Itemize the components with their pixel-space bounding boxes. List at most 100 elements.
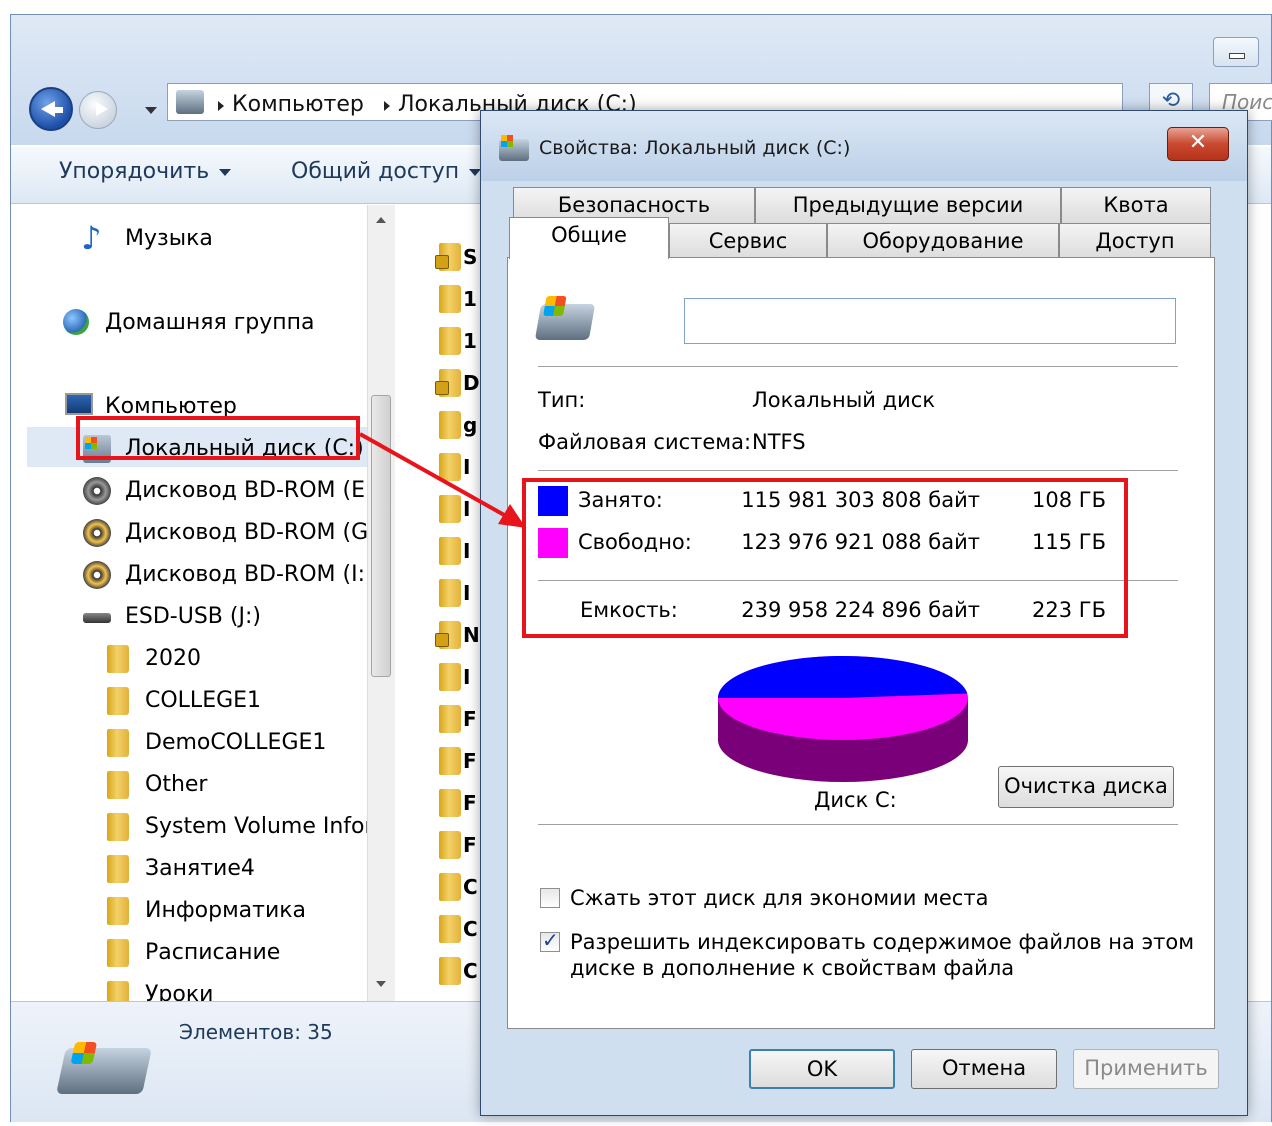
index-checkbox[interactable] [540,928,560,952]
scroll-up-arrow-icon[interactable] [368,211,394,231]
nav-item-esd-usb[interactable]: ESD-USB (J:) [11,597,379,637]
file-name-fragment[interactable]: F [463,749,477,773]
file-name-fragment[interactable]: I [463,665,470,689]
file-name-fragment[interactable]: F [463,791,477,815]
file-name-fragment[interactable]: S [463,245,477,269]
folder-icon[interactable] [435,369,461,397]
nav-item-bd-rom-g[interactable]: Дисковод BD-ROM (G [11,513,379,553]
folder-icon[interactable] [439,285,461,313]
nav-scrollbar[interactable] [367,205,395,1001]
drive-label-input[interactable] [684,298,1176,344]
folder-icon [107,771,129,799]
index-label-line1[interactable]: Разрешить индексировать содержимое файло… [570,930,1194,954]
nav-item-folder[interactable]: Расписание [11,933,379,973]
breadcrumb-separator [218,101,224,111]
breadcrumb-computer[interactable]: Компьютер [232,92,364,117]
nav-item-folder[interactable]: Other [11,765,379,805]
local-disk-icon [499,135,529,161]
file-name-fragment[interactable]: C [463,959,478,983]
nav-item-folder[interactable]: 2020 [11,639,379,679]
folder-icon [107,981,129,1001]
separator [538,824,1178,825]
navigation-pane: Музыка Домашняя группа Компьютер Локальн… [11,205,379,1001]
nav-item-folder[interactable]: Занятие4 [11,849,379,889]
compress-label[interactable]: Сжать этот диск для экономии места [570,886,988,910]
recent-pages-dropdown[interactable] [145,107,157,114]
file-name-fragment[interactable]: I [463,539,470,563]
apply-button[interactable]: Применить [1073,1049,1219,1089]
organize-menu[interactable]: Упорядочить [59,159,232,184]
share-menu[interactable]: Общий доступ [291,159,482,184]
nav-item-music[interactable]: Музыка [11,219,379,259]
file-name-fragment[interactable]: I [463,581,470,605]
scroll-down-arrow-icon[interactable] [368,975,394,995]
folder-icon[interactable] [439,495,461,523]
nav-item-folder[interactable]: Информатика [11,891,379,931]
computer-location-icon [176,90,204,114]
folder-icon[interactable] [439,327,461,355]
nav-item-homegroup[interactable]: Домашняя группа [11,303,379,343]
tab-sharing[interactable]: Доступ [1059,223,1211,259]
file-name-fragment[interactable]: C [463,875,478,899]
file-name-fragment[interactable]: D [463,371,480,395]
nav-item-folder[interactable]: Уроки [11,975,379,1001]
folder-icon[interactable] [439,915,461,943]
nav-item-folder[interactable]: COLLEGE1 [11,681,379,721]
back-button[interactable] [29,87,73,131]
file-name-fragment[interactable]: F [463,707,477,731]
tab-service[interactable]: Сервис [669,223,827,259]
file-name-fragment[interactable]: 1 [463,329,477,353]
folder-icon[interactable] [439,579,461,607]
chevron-down-icon [219,168,232,176]
folder-icon[interactable] [439,789,461,817]
folder-icon[interactable] [439,453,461,481]
folder-icon[interactable] [439,873,461,901]
cancel-button[interactable]: Отмена [911,1049,1057,1089]
folder-icon[interactable] [439,705,461,733]
folder-icon[interactable] [435,621,461,649]
nav-item-folder[interactable]: System Volume Infor [11,807,379,847]
ok-button[interactable]: OK [749,1049,895,1089]
close-button[interactable]: ✕ [1167,127,1229,161]
folder-icon[interactable] [439,831,461,859]
pie-used-slice [718,656,968,698]
dialog-title: Свойства: Локальный диск (C:) [539,137,851,159]
nav-item-label: Расписание [145,940,281,965]
folder-icon[interactable] [435,243,461,271]
folder-icon[interactable] [439,411,461,439]
file-name-fragment[interactable]: I [463,455,470,479]
scrollbar-thumb[interactable] [371,395,391,677]
nav-item-bd-rom-i[interactable]: Дисковод BD-ROM (I:) [11,555,379,595]
minimize-button[interactable] [1213,37,1259,67]
file-name-fragment[interactable]: 1 [463,287,477,311]
tab-hardware[interactable]: Оборудование [827,223,1059,259]
disk-cleanup-button[interactable]: Очистка диска [998,766,1174,808]
nav-item-label: COLLEGE1 [145,688,262,713]
file-name-fragment[interactable]: N [463,623,480,647]
file-name-fragment[interactable]: I [463,497,470,521]
compress-checkbox[interactable] [540,888,560,908]
tab-previous-versions[interactable]: Предыдущие версии [755,187,1061,223]
annotation-highlight-box [76,416,360,460]
file-name-fragment[interactable]: g [463,413,477,437]
file-name-fragment[interactable]: F [463,833,477,857]
folder-icon[interactable] [439,747,461,775]
forward-button[interactable] [79,91,117,129]
nav-item-folder[interactable]: DemoCOLLEGE1 [11,723,379,763]
nav-item-label: Other [145,772,208,797]
nav-item-bd-rom-e[interactable]: Дисковод BD-ROM (E: [11,471,379,511]
nav-item-label: 2020 [145,646,201,671]
folder-icon[interactable] [439,957,461,985]
folder-icon [107,645,129,673]
folder-icon[interactable] [439,663,461,691]
tab-general[interactable]: Общие [509,217,669,259]
tab-quota[interactable]: Квота [1061,187,1211,223]
folder-icon[interactable] [439,537,461,565]
index-label-line2[interactable]: диске в дополнение к свойствам файла [570,956,1014,980]
file-name-fragment[interactable]: C [463,917,478,941]
nav-item-label: Уроки [145,982,214,1001]
bd-rom-icon [83,561,111,589]
disk-usage-pie-chart [718,656,968,782]
bd-rom-icon [83,519,111,547]
usb-drive-icon [83,613,111,623]
